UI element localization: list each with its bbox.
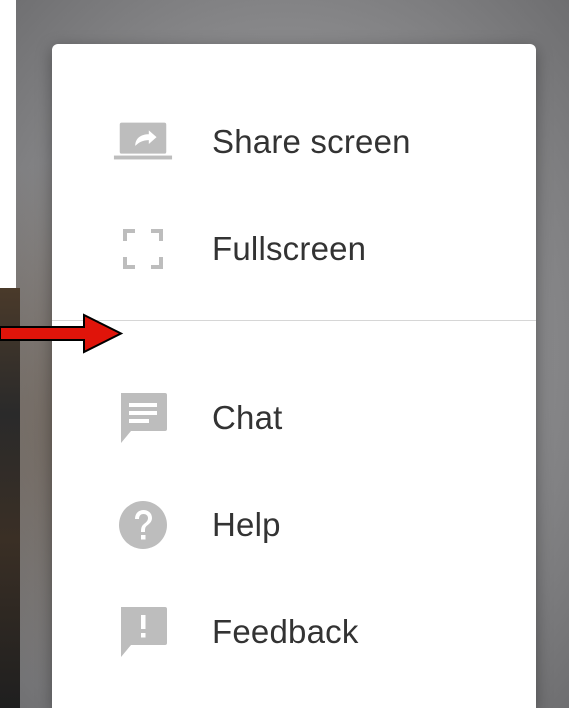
background-window-edge: [0, 0, 16, 288]
menu-item-label: Chat: [212, 398, 283, 436]
menu-item-feedback[interactable]: Feedback: [52, 578, 536, 685]
menu-item-chat[interactable]: Chat: [52, 364, 536, 471]
share-screen-icon: [112, 111, 174, 173]
help-icon: [112, 494, 174, 556]
feedback-icon: [112, 601, 174, 663]
menu-item-share-screen[interactable]: Share screen: [52, 88, 536, 195]
red-arrow-icon: [0, 313, 124, 354]
menu-item-help[interactable]: Help: [52, 471, 536, 578]
menu-divider: [52, 320, 536, 321]
menu-item-label: Fullscreen: [212, 229, 367, 267]
chat-icon: [112, 387, 174, 449]
menu-group-view: Share screen Fullscreen: [52, 88, 536, 302]
options-menu: Share screen Fullscreen Chat Help Feedba…: [52, 44, 536, 708]
menu-item-label: Share screen: [212, 122, 411, 160]
menu-item-fullscreen[interactable]: Fullscreen: [52, 195, 536, 302]
menu-item-label: Feedback: [212, 612, 359, 650]
menu-item-label: Help: [212, 505, 281, 543]
menu-group-support: Chat Help Feedback: [52, 364, 536, 685]
fullscreen-icon: [112, 218, 174, 280]
